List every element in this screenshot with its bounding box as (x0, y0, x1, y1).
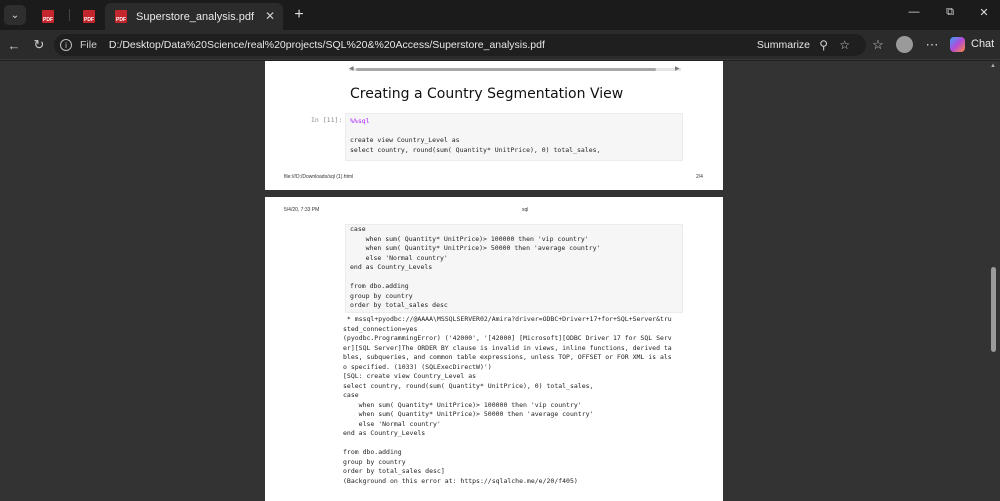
output-line: sted_connection=yes (343, 324, 418, 333)
pdf-icon: PDF (115, 10, 127, 23)
chat-button[interactable]: Chat (971, 38, 994, 50)
address-scheme-label: File (80, 39, 97, 51)
scroll-up-icon[interactable]: ▲ (990, 63, 996, 69)
code-line: else 'Normal country' (350, 253, 448, 262)
code-line: order by total_sales desc (350, 301, 448, 309)
browser-toolbar: ← ↻ i File D:/Desktop/Data%20Science/rea… (0, 30, 1000, 60)
horizontal-scrollbar[interactable]: ◀ ▶ (349, 66, 681, 72)
output-line: else 'Normal country' (343, 419, 441, 428)
output-line: * mssql+pyodbc://@AAAA\MSSQLSERVER02/Ami… (343, 315, 672, 323)
scrollbar-thumb[interactable] (356, 68, 656, 71)
close-icon[interactable]: ✕ (265, 9, 275, 23)
address-url[interactable]: D:/Desktop/Data%20Science/real%20project… (109, 39, 545, 51)
code-line: when sum( Quantity* UnitPrice)> 50000 th… (350, 244, 601, 252)
summarize-button[interactable]: Summarize (757, 39, 810, 51)
output-line: end as Country_Levels (343, 429, 426, 437)
page-header-title: sql (522, 207, 529, 213)
more-options-icon[interactable]: ⋯ (924, 37, 940, 53)
output-line: select country, round(sum( Quantity* Uni… (343, 381, 594, 390)
pdf-icon: PDF (83, 10, 95, 23)
code-cell: %%sql create view Country_Level as selec… (345, 113, 683, 161)
code-line: when sum( Quantity* UnitPrice)> 100000 t… (350, 234, 589, 243)
copilot-icon[interactable] (950, 37, 965, 52)
code-block: case when sum( Quantity* UnitPrice)> 100… (350, 225, 600, 311)
code-line: group by country (350, 291, 413, 300)
tab-title: Superstore_analysis.pdf (136, 10, 255, 23)
scroll-left-icon: ◀ (349, 66, 354, 72)
output-line: er][SQL Server]The ORDER BY clause is in… (343, 343, 672, 352)
code-line: case (350, 225, 366, 233)
output-line: case (343, 391, 359, 399)
output-line: when sum( Quantity* UnitPrice)> 50000 th… (343, 410, 594, 418)
address-bar[interactable]: i File D:/Desktop/Data%20Science/real%20… (54, 34, 866, 56)
profile-avatar[interactable] (896, 36, 913, 53)
tab-strip: ⌄ PDF PDF PDF Superstore_analysis.pdf ✕ … (0, 0, 1000, 30)
cell-prompt: In [11]: (311, 116, 343, 124)
section-heading: Creating a Country Segmentation View (350, 86, 624, 102)
cell-output: * mssql+pyodbc://@AAAA\MSSQLSERVER02/Ami… (343, 315, 672, 486)
restore-button[interactable]: ⧉ (940, 6, 960, 19)
zoom-icon[interactable]: ⚲ (819, 38, 828, 52)
output-line: bles, subqueries, and common table expre… (343, 353, 672, 361)
info-icon[interactable]: i (60, 39, 72, 51)
code-line: %%sql (350, 117, 370, 125)
output-line: (pyodbc.ProgrammingError) ('42000', '[42… (343, 334, 672, 342)
tab-superstore-analysis[interactable]: PDF Superstore_analysis.pdf ✕ (105, 3, 283, 30)
new-tab-button[interactable]: + (289, 5, 309, 25)
tab-pdf-2[interactable]: PDF (69, 3, 109, 30)
chevron-down-icon: ⌄ (10, 9, 20, 21)
output-line: when sum( Quantity* UnitPrice)> 100000 t… (343, 400, 582, 409)
scrollbar-thumb[interactable] (991, 267, 996, 352)
code-line: select country, round(sum( Quantity* Uni… (350, 145, 601, 154)
favorite-star-icon[interactable]: ☆ (839, 38, 850, 52)
window-close-button[interactable]: ✕ (974, 6, 994, 19)
pdf-page: 5/4/20, 7:33 PM sql case when sum( Quant… (265, 197, 723, 501)
page-footer-path: file:///D:/Downloads/sql (1).html (284, 174, 354, 180)
code-line: end as Country_Levels (350, 263, 433, 271)
output-line: from dbo.adding (343, 448, 402, 456)
code-block: %%sql create view Country_Level as selec… (350, 117, 600, 155)
page-header-date: 5/4/20, 7:33 PM (284, 207, 320, 213)
code-line: from dbo.adding (350, 282, 409, 290)
minimize-button[interactable]: — (904, 6, 924, 18)
output-line: order by total_sales desc] (343, 467, 445, 475)
refresh-icon[interactable]: ↻ (31, 37, 47, 53)
tab-pdf-1[interactable]: PDF (28, 3, 68, 30)
output-line: [SQL: create view Country_Level as (343, 372, 477, 380)
pdf-page: ◀ ▶ Creating a Country Segmentation View… (265, 61, 723, 190)
vertical-scrollbar[interactable]: ▲ (988, 61, 998, 501)
tab-actions-menu-button[interactable]: ⌄ (4, 5, 26, 25)
page-footer-number: 2/4 (696, 174, 703, 180)
output-line: (Background on this error at: https://sq… (343, 476, 578, 485)
code-cell: case when sum( Quantity* UnitPrice)> 100… (345, 224, 683, 313)
back-arrow-icon[interactable]: ← (6, 37, 22, 53)
pdf-viewer: ◀ ▶ Creating a Country Segmentation View… (0, 61, 1000, 501)
favorites-icon[interactable]: ☆ (870, 37, 886, 53)
output-line: o specified. (1033) (SQLExecDirectW)') (343, 362, 492, 371)
pdf-icon: PDF (42, 10, 54, 23)
output-line: group by country (343, 457, 406, 466)
scroll-right-icon: ▶ (675, 66, 680, 72)
code-line: create view Country_Level as (350, 136, 460, 144)
